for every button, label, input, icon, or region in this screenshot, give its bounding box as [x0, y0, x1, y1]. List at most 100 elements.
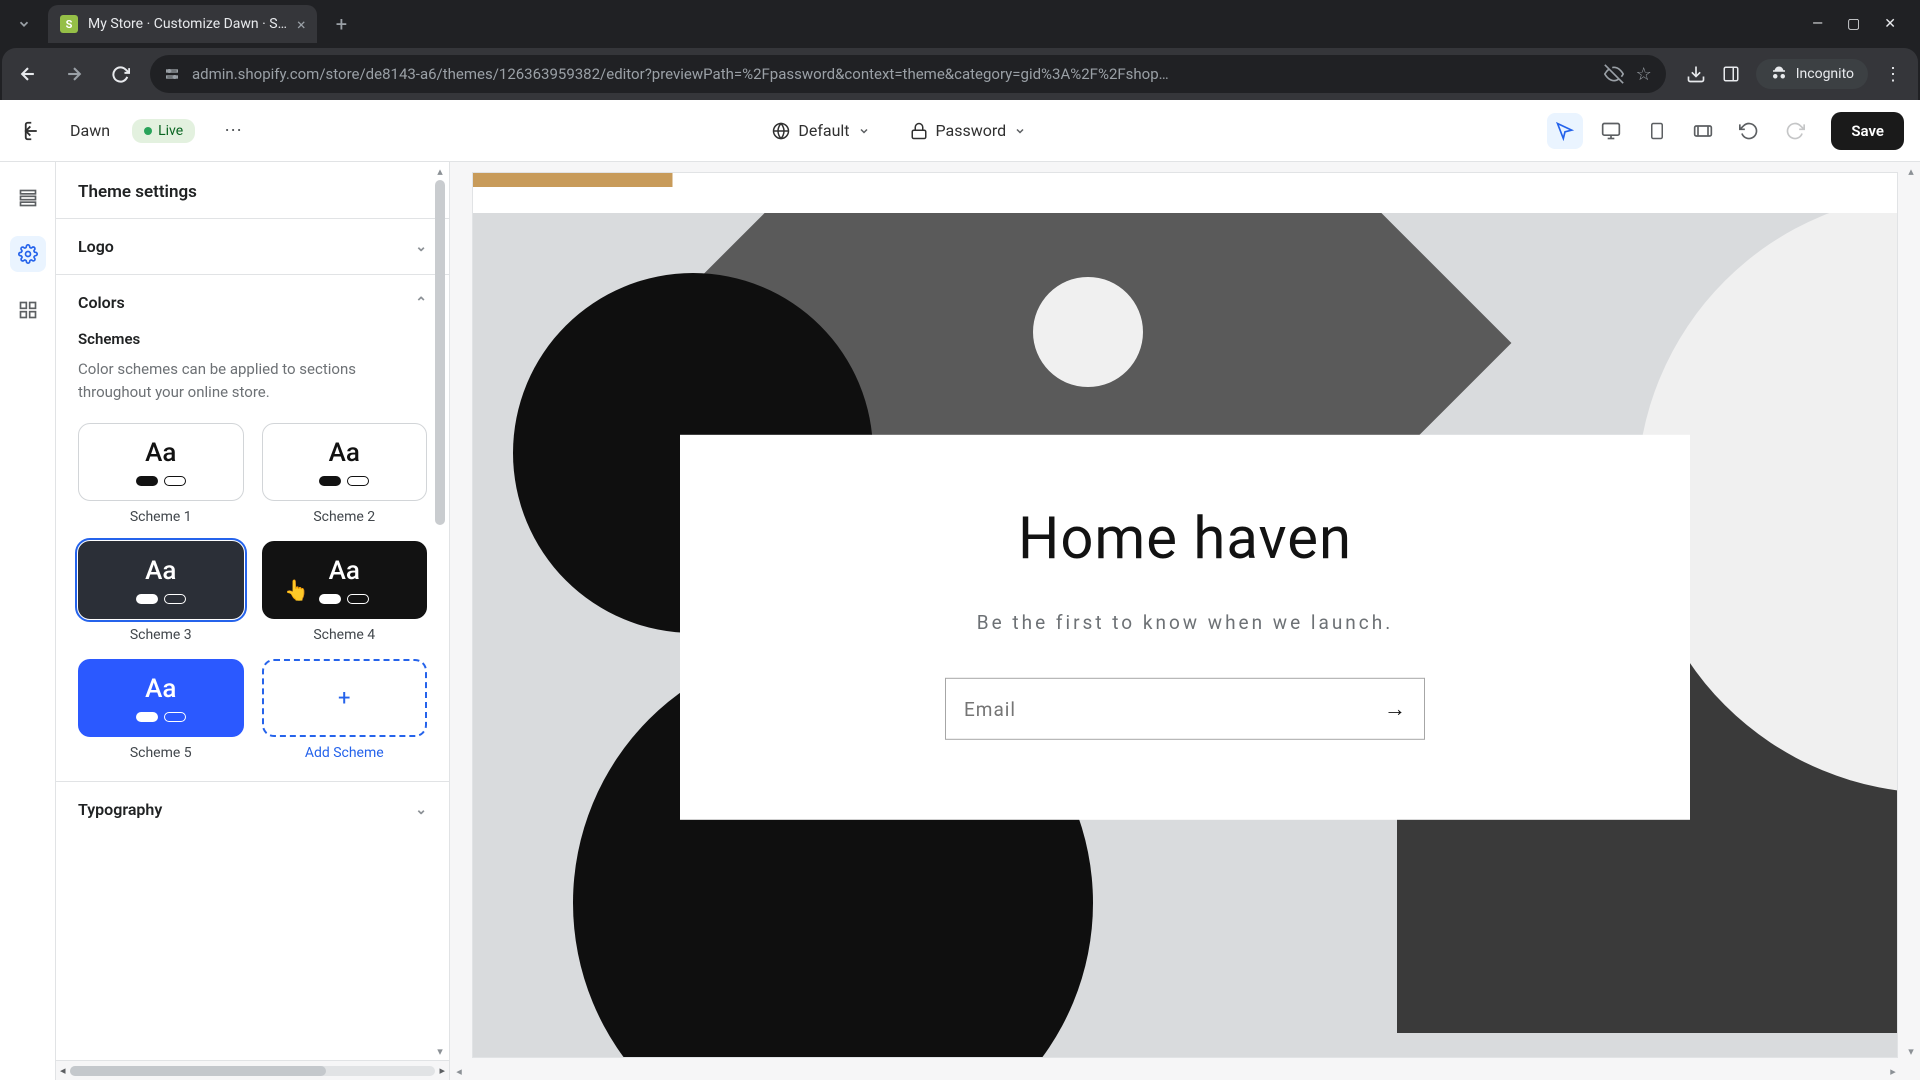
- swatch-sample-text: Aa: [145, 674, 176, 704]
- scroll-down-icon[interactable]: ▾: [1908, 1042, 1914, 1060]
- subscribe-card: Home haven Be the first to know when we …: [680, 435, 1690, 820]
- template-label: Default: [798, 121, 849, 140]
- viewport-desktop-button[interactable]: [1593, 113, 1629, 149]
- preview-vscrollbar[interactable]: ▴ ▾: [1902, 162, 1920, 1060]
- sidebar-title: Theme settings: [56, 162, 449, 218]
- sidebar: ▴ ▾ Theme settings Logo ⌄ Colors ⌃: [56, 162, 450, 1080]
- live-dot-icon: [144, 127, 152, 135]
- incognito-label: Incognito: [1796, 66, 1854, 82]
- email-input[interactable]: [964, 697, 1370, 720]
- scheme-label: Scheme 2: [313, 509, 375, 525]
- browser-tab[interactable]: S My Store · Customize Dawn · S… ×: [48, 5, 317, 43]
- scheme-swatch-3[interactable]: Aa: [78, 541, 244, 619]
- placeholder-image: Home haven Be the first to know when we …: [473, 213, 1897, 1057]
- url-text: admin.shopify.com/store/de8143-a6/themes…: [192, 65, 1592, 83]
- scheme-swatch-2[interactable]: Aa: [262, 423, 428, 501]
- page-selector[interactable]: Password: [900, 115, 1037, 146]
- window-maximize-icon[interactable]: ▢: [1847, 16, 1860, 32]
- tab-search-button[interactable]: [8, 8, 40, 40]
- template-selector[interactable]: Default: [762, 115, 879, 146]
- download-icon[interactable]: [1686, 64, 1706, 84]
- typography-section-label: Typography: [78, 800, 162, 819]
- colors-section-label: Colors: [78, 293, 125, 312]
- app-header: Dawn Live ⋯ Default Password: [0, 100, 1920, 162]
- chevron-down-icon: [858, 125, 870, 137]
- scroll-left-icon[interactable]: ◂: [60, 1064, 66, 1077]
- sidebar-vscrollbar[interactable]: ▴ ▾: [431, 162, 449, 1060]
- viewport-mobile-button[interactable]: [1639, 113, 1675, 149]
- scheme-swatch-1[interactable]: Aa: [78, 423, 244, 501]
- swatch-sample-text: Aa: [329, 556, 360, 586]
- chevron-down-icon: [1014, 125, 1026, 137]
- scheme-label: Scheme 4: [313, 627, 375, 643]
- sidebar-hscrollbar[interactable]: ◂ ▸: [56, 1060, 449, 1080]
- undo-button[interactable]: [1731, 113, 1767, 149]
- nav-rail: [0, 162, 56, 1080]
- inspector-button[interactable]: [1547, 113, 1583, 149]
- swatch-sample-text: Aa: [145, 438, 176, 468]
- scheme-label: Scheme 3: [130, 627, 192, 643]
- page-label: Password: [936, 121, 1007, 140]
- subscribe-title: Home haven: [720, 505, 1650, 573]
- scroll-up-icon[interactable]: ▴: [437, 162, 443, 180]
- scroll-up-icon[interactable]: ▴: [1908, 162, 1914, 180]
- chevron-down-icon: ⌄: [415, 239, 427, 255]
- nav-reload-button[interactable]: [104, 58, 136, 90]
- incognito-icon: [1770, 65, 1788, 83]
- scheme-label: Scheme 5: [130, 745, 192, 761]
- tab-title: My Store · Customize Dawn · S…: [88, 16, 287, 32]
- rail-sections-button[interactable]: [10, 180, 46, 216]
- schemes-description: Color schemes can be applied to sections…: [78, 358, 427, 403]
- typography-section-header[interactable]: Typography ⌄: [56, 782, 449, 837]
- scheme-swatch-5[interactable]: Aa: [78, 659, 244, 737]
- live-badge: Live: [132, 119, 195, 143]
- rail-apps-button[interactable]: [10, 292, 46, 328]
- incognito-badge[interactable]: Incognito: [1756, 59, 1868, 89]
- scroll-right-icon[interactable]: ▸: [1884, 1065, 1902, 1078]
- scroll-left-icon[interactable]: ◂: [450, 1065, 468, 1078]
- add-scheme-button[interactable]: +: [262, 659, 428, 737]
- window-close-icon[interactable]: ✕: [1884, 16, 1896, 32]
- exit-editor-button[interactable]: [16, 113, 52, 149]
- preview-pane: ▴ ▾ ◂ ▸ Home haven: [450, 162, 1920, 1080]
- subscribe-subtitle: Be the first to know when we launch.: [720, 611, 1650, 634]
- preview-top-band: [473, 173, 1897, 187]
- window-minimize-icon[interactable]: —: [1812, 16, 1823, 32]
- viewport-fullwidth-button[interactable]: [1685, 113, 1721, 149]
- add-scheme-label: Add Scheme: [305, 745, 384, 761]
- scheme-label: Scheme 1: [130, 509, 192, 525]
- chrome-menu-icon[interactable]: ⋮: [1884, 64, 1902, 85]
- scroll-down-icon[interactable]: ▾: [437, 1042, 443, 1060]
- schemes-heading: Schemes: [78, 330, 427, 348]
- chevron-up-icon: ⌃: [415, 295, 427, 311]
- email-field-wrapper: →: [945, 678, 1425, 740]
- rail-theme-settings-button[interactable]: [10, 236, 46, 272]
- template-icon: [772, 122, 790, 140]
- address-bar[interactable]: admin.shopify.com/store/de8143-a6/themes…: [150, 55, 1666, 93]
- eye-off-icon[interactable]: [1604, 64, 1624, 84]
- site-settings-icon[interactable]: [164, 66, 180, 82]
- nav-forward-button: [58, 58, 90, 90]
- side-panel-icon[interactable]: [1722, 65, 1740, 83]
- logo-section-header[interactable]: Logo ⌄: [56, 219, 449, 274]
- swatch-sample-text: Aa: [145, 556, 176, 586]
- lock-icon: [910, 122, 928, 140]
- live-label: Live: [158, 123, 183, 139]
- preview-canvas: Home haven Be the first to know when we …: [472, 172, 1898, 1058]
- logo-section-label: Logo: [78, 237, 114, 256]
- bookmark-star-icon[interactable]: ☆: [1636, 64, 1652, 85]
- scheme-swatch-4[interactable]: Aa: [262, 541, 428, 619]
- new-tab-button[interactable]: +: [325, 12, 357, 36]
- swatch-sample-text: Aa: [329, 438, 360, 468]
- scroll-right-icon[interactable]: ▸: [439, 1064, 445, 1077]
- redo-button: [1777, 113, 1813, 149]
- theme-more-button[interactable]: ⋯: [215, 113, 251, 149]
- preview-hscrollbar[interactable]: ◂ ▸: [450, 1062, 1902, 1080]
- nav-back-button[interactable]: [12, 58, 44, 90]
- save-button[interactable]: Save: [1831, 112, 1904, 150]
- chevron-down-icon: ⌄: [415, 802, 427, 818]
- tab-close-icon[interactable]: ×: [297, 15, 306, 34]
- colors-section-header[interactable]: Colors ⌃: [56, 275, 449, 330]
- email-submit-button[interactable]: →: [1370, 696, 1406, 722]
- tab-favicon: S: [60, 15, 78, 33]
